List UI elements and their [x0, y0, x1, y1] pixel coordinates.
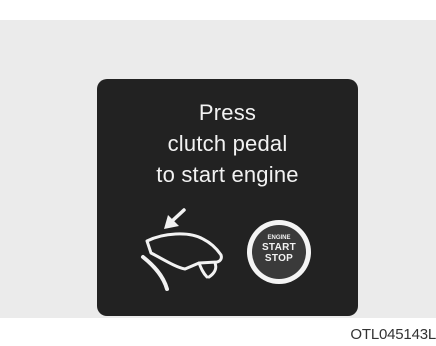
start-button-line-1: ENGINE: [267, 235, 291, 241]
warning-message: Press clutch pedal to start engine: [97, 97, 358, 190]
illustration-background: Press clutch pedal to start engine ENGIN…: [0, 20, 436, 318]
engine-start-stop-button-icon: ENGINE START STOP: [247, 220, 311, 284]
arrow-down-left-icon: [164, 208, 186, 229]
start-button-line-3: STOP: [264, 253, 294, 264]
clutch-pedal-icon: [141, 208, 223, 291]
start-button-face: ENGINE START STOP: [252, 225, 306, 279]
pedal-arc-icon: [141, 255, 169, 291]
figure-code: OTL045143L: [350, 326, 436, 343]
cluster-display: Press clutch pedal to start engine ENGIN…: [97, 79, 358, 316]
message-line-2: clutch pedal: [167, 131, 288, 156]
message-line-1: Press: [198, 100, 257, 125]
start-button-line-2: START: [261, 242, 297, 253]
message-line-3: to start engine: [156, 162, 299, 187]
